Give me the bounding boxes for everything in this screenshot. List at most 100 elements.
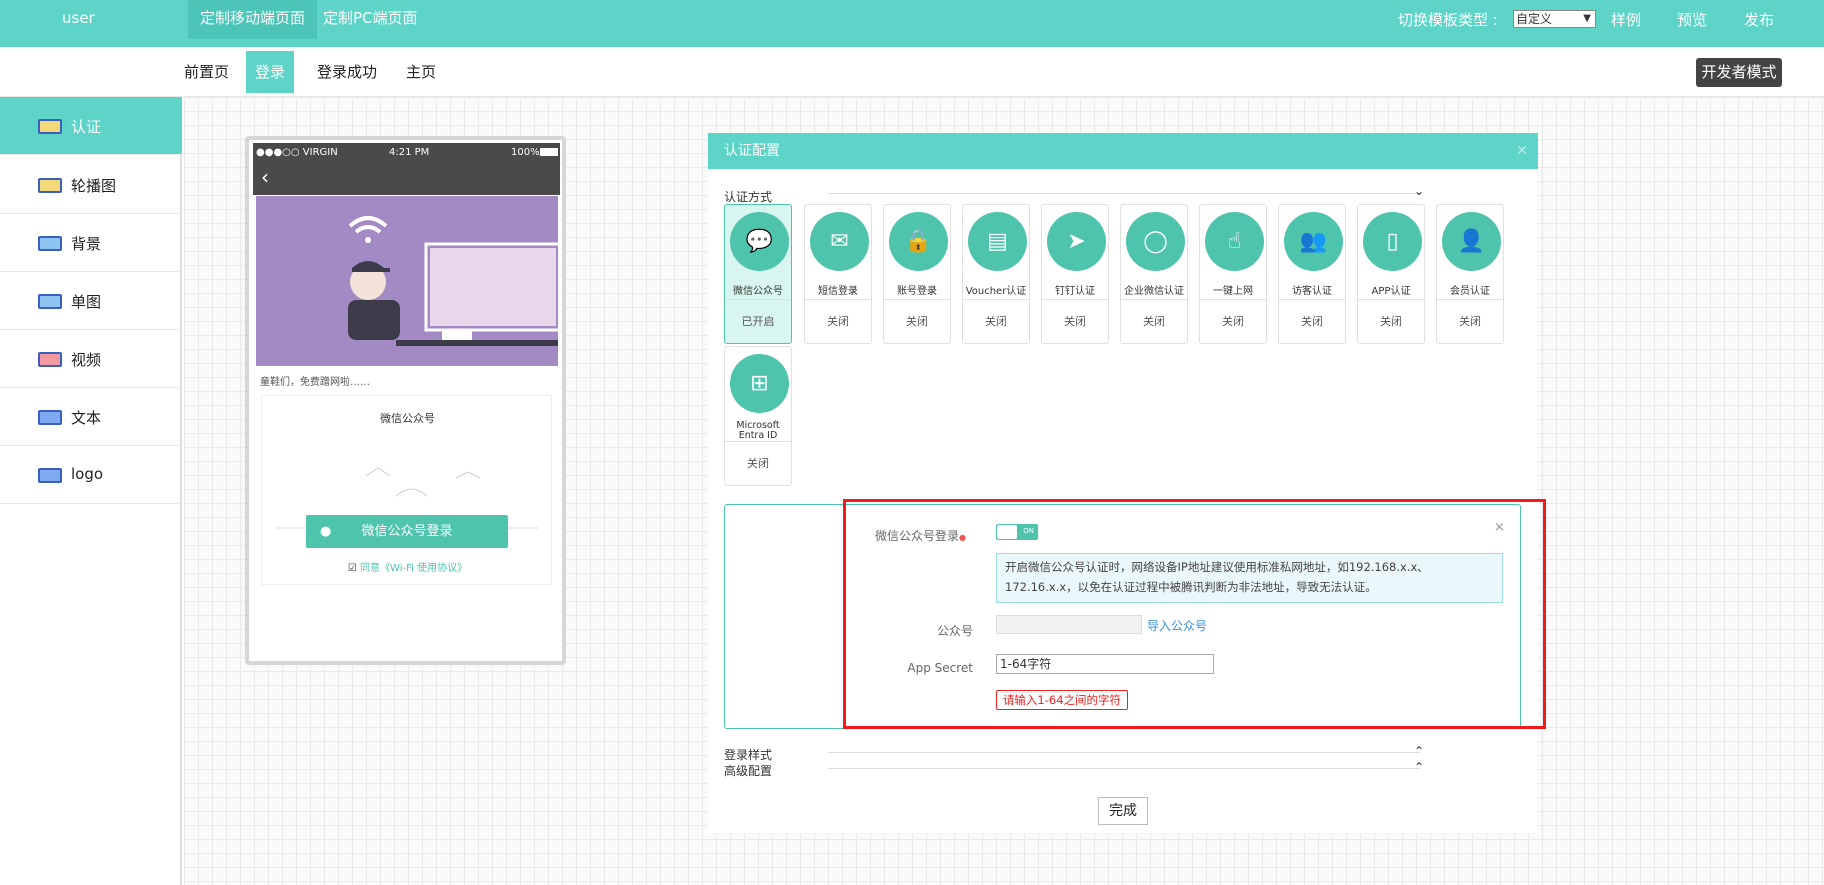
preview-link[interactable]: 预览 [1677,9,1707,30]
method-wecom[interactable]: ◯ 企业微信认证 关闭 [1120,204,1188,344]
method-wechat[interactable]: 💬 微信公众号 已开启 [724,204,792,344]
guest-icon: 👥 [1284,212,1343,271]
method-status: 关闭 [1380,315,1402,328]
app-secret-label: App Secret [907,661,973,675]
tab-mobile[interactable]: 定制移动端页面 [188,0,318,39]
sidebar-item-label: 单图 [71,293,102,311]
touch-icon: ☝ [1205,212,1264,271]
wechat-icon: ● [320,524,332,539]
method-voucher[interactable]: ▤ Voucher认证 关闭 [962,204,1030,344]
import-account-link[interactable]: 导入公众号 [1147,617,1207,634]
chevron-down-icon: ▼ [1583,13,1591,24]
phone-time: 4:21 PM [389,147,430,158]
method-sms[interactable]: ✉ 短信登录 关闭 [804,204,872,344]
template-type-select[interactable]: 自定义 ▼ [1513,10,1596,28]
method-guest[interactable]: 👥 访客认证 关闭 [1278,204,1346,344]
wechat-ip-note: 开启微信公众号认证时，网络设备IP地址建议使用标准私网地址，如192.168.x… [996,553,1503,603]
example-link[interactable]: 样例 [1611,9,1641,30]
sidebar-item-label: 背景 [71,235,102,253]
login-style-label[interactable]: 登录样式 [724,746,772,763]
sidebar-item-video[interactable]: 视频 [0,330,182,388]
app-secret-input[interactable]: 1-64字符 [996,654,1214,674]
method-name: 会员认证 [1450,286,1490,297]
method-app[interactable]: ▯ APP认证 关闭 [1357,204,1425,344]
advanced-config-label[interactable]: 高级配置 [724,762,772,779]
top-bar: user 定制移动端页面 定制PC端页面 切换模板类型 : 自定义 ▼ 样例 预览… [0,0,1824,47]
phone-icon: ▯ [1363,212,1422,271]
developer-mode-button[interactable]: 开发者模式 [1696,58,1782,87]
method-status: 关闭 [747,457,769,470]
sidebar-item-label: 轮播图 [71,177,117,195]
login-button-label: 微信公众号登录 [361,524,453,539]
chevron-up-icon[interactable]: ⌃ [1414,744,1424,758]
logo-icon [38,468,62,483]
card-title: 微信公众号 [380,412,435,425]
wecom-icon: ◯ [1126,212,1185,271]
mail-icon: ✉ [810,212,869,271]
method-name: 一键上网 [1213,286,1253,297]
error-message: 请输入1-64之间的字符 [996,690,1128,710]
method-name: Microsoft Entra ID [736,420,780,441]
switch-template-label: 切换模板类型 : [1398,11,1498,29]
method-status: 关闭 [985,315,1007,328]
method-status: 关闭 [1143,315,1165,328]
lock-icon: 🔒 [889,212,948,271]
tab-login-success[interactable]: 登录成功 [308,51,386,93]
display-icon [38,178,62,193]
official-account-field[interactable] [996,615,1142,634]
section-divider [828,768,1420,769]
method-status: 关闭 [1222,315,1244,328]
agreement-text[interactable]: 同意《Wi-Fi 使用协议》 [360,563,467,574]
wechat-icon: 💬 [730,212,789,271]
image-icon [38,236,62,251]
wechat-login-toggle[interactable]: ON [996,524,1038,540]
agreement-row[interactable]: ☑ 同意《Wi-Fi 使用协议》 [262,559,553,574]
video-icon [38,352,62,367]
chevron-up-icon[interactable]: ⌃ [1414,760,1424,774]
sidebar-item-auth[interactable]: 认证 [0,97,182,155]
toggle-label: ON [1023,527,1034,535]
tab-login[interactable]: 登录 [246,51,295,93]
sidebar-item-label: logo [71,465,104,483]
voucher-icon: ▤ [968,212,1027,271]
text-icon [38,410,62,425]
close-icon[interactable]: ✕ [1516,133,1528,169]
chevron-down-icon[interactable]: ⌄ [1414,184,1424,198]
tab-pre-page[interactable]: 前置页 [175,51,238,93]
done-button[interactable]: 完成 [1098,797,1148,825]
illustration-image [348,216,562,346]
method-microsoft-entra[interactable]: ⊞ Microsoft Entra ID 关闭 [724,346,792,486]
panel-title: 认证配置 [724,143,780,159]
close-icon[interactable]: × [1494,520,1505,535]
method-name: 账号登录 [897,286,937,297]
sidebar-item-background[interactable]: 背景 [0,214,182,272]
dingtalk-icon: ➤ [1047,212,1106,271]
method-dingtalk[interactable]: ➤ 钉钉认证 关闭 [1041,204,1109,344]
method-status: 关闭 [1064,315,1086,328]
method-status: 已开启 [741,315,775,328]
sidebar-item-logo[interactable]: logo [0,446,182,504]
sidebar-item-label: 文本 [71,409,102,427]
method-account[interactable]: 🔒 账号登录 关闭 [883,204,951,344]
phone-preview: ●●●○○ VIRGIN 4:21 PM 100% ‹ 童鞋们，免费蹭网啦…… … [245,136,566,665]
sidebar-item-single-image[interactable]: 单图 [0,272,182,330]
template-select-value: 自定义 [1516,12,1553,26]
sidebar-item-text[interactable]: 文本 [0,388,182,446]
method-member[interactable]: 👤 会员认证 关闭 [1436,204,1504,344]
tab-home[interactable]: 主页 [397,51,445,93]
banner-caption: 童鞋们，免费蹭网啦…… [260,377,370,388]
tab-pc[interactable]: 定制PC端页面 [311,0,430,39]
method-one-click[interactable]: ☝ 一键上网关闭 [1199,204,1267,344]
windows-icon: ⊞ [730,354,789,413]
sidebar-item-carousel[interactable]: 轮播图 [0,156,182,214]
publish-link[interactable]: 发布 [1744,9,1774,30]
page-subnav: 前置页 登录 登录成功 主页 [0,47,1824,97]
user-name[interactable]: user [62,9,95,27]
component-sidebar: 认证 轮播图 背景 单图 视频 文本 logo [0,97,182,885]
sidebar-item-label: 认证 [71,118,102,136]
wechat-login-button[interactable]: ● 微信公众号登录 [306,515,508,548]
back-chevron-icon[interactable]: ‹ [261,165,269,189]
checkbox-checked-icon[interactable]: ☑ [348,563,357,574]
section-divider [828,193,1420,194]
battery-text: 100% [511,147,540,158]
